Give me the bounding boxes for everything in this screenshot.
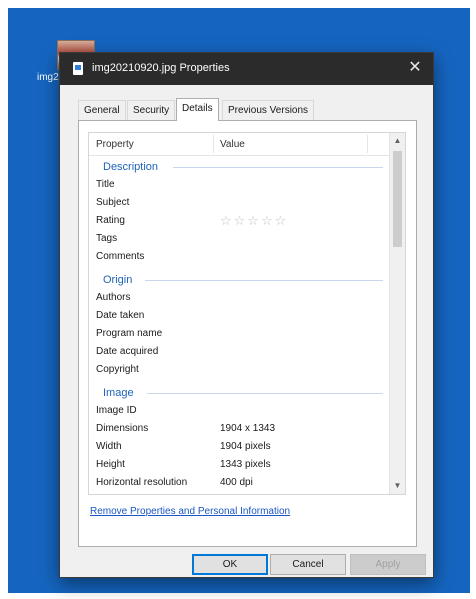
dialog-title: img20210920.jpg Properties — [92, 62, 230, 74]
property-name: Authors — [96, 292, 131, 303]
property-name: Rating — [96, 215, 125, 226]
scroll-thumb[interactable] — [393, 151, 402, 247]
apply-button[interactable]: Apply — [350, 554, 426, 575]
property-name: Image ID — [96, 405, 137, 416]
property-list[interactable]: Property Value Description Title Subject… — [88, 132, 406, 495]
property-name: Program name — [96, 328, 163, 339]
group-heading-description: Description — [103, 161, 159, 173]
ok-button[interactable]: OK — [192, 554, 268, 575]
group-heading-image: Image — [103, 387, 134, 399]
remove-properties-link[interactable]: Remove Properties and Personal Informati… — [90, 506, 290, 517]
property-name: Horizontal resolution — [96, 477, 188, 488]
property-name: Date acquired — [96, 346, 159, 357]
tab-details[interactable]: Details — [176, 98, 219, 121]
scroll-down-icon[interactable]: ▼ — [390, 478, 405, 494]
group-divider — [147, 393, 383, 394]
column-header-value[interactable]: Value — [220, 139, 245, 150]
property-name: Date taken — [96, 310, 145, 321]
property-name: Copyright — [96, 364, 139, 375]
column-header-property[interactable]: Property — [96, 139, 134, 150]
property-name: Tags — [96, 233, 118, 244]
title-bar[interactable]: img20210920.jpg Properties ✕ — [60, 53, 433, 85]
properties-dialog: img20210920.jpg Properties ✕ General Sec… — [59, 52, 434, 578]
group-heading-origin: Origin — [103, 274, 133, 286]
group-divider — [145, 280, 383, 281]
property-value: 400 dpi — [220, 477, 253, 488]
vertical-scrollbar[interactable]: ▲ ▼ — [389, 133, 405, 494]
property-name: Comments — [96, 251, 145, 262]
tab-general[interactable]: General — [78, 100, 126, 120]
property-value: 1343 pixels — [220, 459, 271, 470]
property-name: Dimensions — [96, 423, 149, 434]
property-value: 1904 x 1343 — [220, 423, 276, 434]
property-name: Width — [96, 441, 122, 452]
column-divider[interactable] — [213, 135, 214, 153]
file-icon — [73, 62, 83, 75]
tab-security[interactable]: Security — [127, 100, 176, 120]
column-divider[interactable] — [367, 135, 368, 153]
property-name: Title — [96, 179, 115, 190]
cancel-button[interactable]: Cancel — [270, 554, 346, 575]
property-value: 1904 pixels — [220, 441, 271, 452]
scroll-up-icon[interactable]: ▲ — [390, 133, 405, 149]
property-name: Subject — [96, 197, 130, 208]
tab-previous-versions[interactable]: Previous Versions — [222, 100, 315, 120]
group-divider — [173, 167, 383, 168]
close-button[interactable]: ✕ — [397, 53, 433, 85]
property-name: Height — [96, 459, 125, 470]
list-header: Property Value — [89, 133, 391, 156]
desktop-file-label: img2 — [37, 72, 59, 83]
rating-stars[interactable]: ☆☆☆☆☆ — [220, 212, 288, 230]
details-panel: Property Value Description Title Subject… — [78, 120, 417, 547]
